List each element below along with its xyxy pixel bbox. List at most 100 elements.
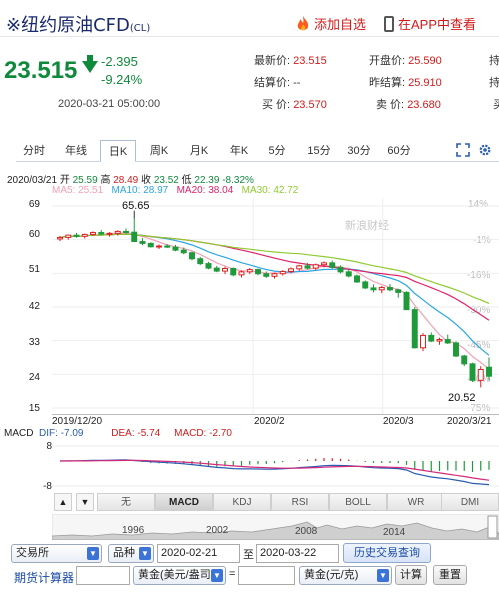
tab-5min[interactable]: 5分 — [262, 140, 292, 162]
x-tick: 2019/12/20 — [52, 416, 103, 427]
candle-body — [189, 252, 195, 260]
candle-body — [65, 234, 72, 238]
indicator-tab-macd[interactable]: MACD — [155, 493, 213, 511]
ma30-legend: MA30: 42.72 — [241, 185, 299, 196]
candle-body — [164, 245, 171, 248]
quote-field: 买 价: 23.570 — [262, 99, 327, 111]
macd-y-tick: -8 — [43, 481, 52, 492]
candle-body — [73, 234, 80, 237]
candle-info-row: 2020/03/21 开 25.59 高 28.49 收 23.52 低 22.… — [7, 175, 254, 186]
indicator-tab-rsi[interactable]: RSI — [271, 493, 329, 511]
add-favorite-button[interactable]: 添加自选 — [296, 14, 366, 33]
candle-body — [222, 267, 228, 272]
candle-body — [312, 264, 319, 269]
tab-weekly-k[interactable]: 周K — [142, 140, 176, 162]
candle-body — [279, 270, 286, 275]
settings-icon[interactable] — [478, 143, 492, 157]
ma-legend: MA5: 25.51 MA10: 28.97 MA20: 38.04 MA30:… — [52, 185, 298, 196]
header-divider — [0, 36, 499, 37]
ma20-legend: MA20: 38.04 — [176, 185, 234, 196]
tab-60min[interactable]: 60分 — [382, 140, 416, 162]
unit-left-select[interactable]: 黄金(美元/盎司 ▼ — [133, 566, 226, 585]
indicator-tab-wr[interactable]: WR — [387, 493, 445, 511]
timeline-year: 1996 — [122, 525, 145, 536]
indicator-tab-kdj[interactable]: KDJ — [213, 493, 271, 511]
dea-line — [60, 459, 490, 481]
next-button[interactable]: ▼ — [76, 493, 94, 511]
timeline-year: 2014 — [383, 527, 406, 538]
macd-y-tick: 8 — [46, 441, 52, 452]
candle-body — [106, 232, 113, 235]
candle-body — [156, 245, 162, 248]
price-change: -2.395 — [101, 54, 138, 69]
x-tick: 2020/3/21 — [447, 416, 492, 427]
variety-select[interactable]: 品种 ▼ — [108, 544, 154, 563]
candle-body — [271, 273, 278, 277]
indicator-tab-boll[interactable]: BOLL — [329, 493, 387, 511]
prev-button[interactable]: ▲ — [54, 493, 72, 511]
unit-right-select[interactable]: 黄金(元/克) ▼ — [299, 566, 392, 585]
candle-body — [387, 287, 393, 291]
fullscreen-icon[interactable] — [456, 143, 470, 157]
candle-body — [238, 271, 245, 276]
candle-body — [370, 287, 377, 291]
candle-body — [180, 249, 187, 254]
candle-body — [411, 309, 418, 349]
candle-body — [230, 267, 237, 276]
candle-body — [57, 236, 63, 240]
tab-15min[interactable]: 15分 — [302, 140, 336, 162]
quote-field: 买 — [493, 99, 499, 111]
candle-body — [296, 265, 303, 270]
candle-body — [131, 231, 138, 243]
ma5-legend: MA5: 25.51 — [52, 185, 104, 196]
y-tick: 51 — [28, 264, 40, 275]
x-tick: 2020/3 — [383, 416, 414, 427]
quote-field: 卖 价: 23.680 — [376, 99, 441, 111]
open-app-button[interactable]: 在APP中查看 — [384, 14, 476, 33]
to-label: 至 — [243, 549, 254, 561]
candle-body — [263, 273, 270, 277]
exchange-select[interactable]: 交易所 ▼ — [11, 544, 102, 563]
chevron-down-icon: ▼ — [211, 569, 223, 582]
tab-30min[interactable]: 30分 — [342, 140, 376, 162]
tab-nianxian[interactable]: 年线 — [58, 140, 94, 162]
candle-body — [477, 368, 484, 381]
last-price: 23.515 — [4, 57, 78, 84]
candle-body — [213, 267, 220, 272]
page-title: ※纽约原油CFD(CL) — [6, 15, 151, 36]
candle-body — [362, 281, 369, 289]
candle-body — [197, 258, 204, 265]
macd-chart[interactable] — [52, 441, 499, 491]
equals-sign: = — [229, 568, 236, 580]
chevron-down-icon: ▼ — [139, 547, 151, 560]
indicator-tabs: ▲ ▼ 无 MACD KDJ RSI BOLL WR DMI — [52, 493, 499, 511]
date-from-input[interactable]: 2020-02-21 — [157, 544, 240, 563]
candle-body — [486, 366, 492, 377]
candle-body — [354, 275, 360, 283]
tab-fenshi[interactable]: 分时 — [16, 140, 52, 162]
candle-body — [345, 271, 352, 277]
calculate-button[interactable]: 计算 — [395, 565, 427, 585]
indicator-tab-none[interactable]: 无 — [97, 493, 155, 511]
candle-body — [461, 355, 468, 365]
indicator-tab-dmi[interactable]: DMI — [441, 493, 499, 511]
reset-button[interactable]: 重置 — [433, 565, 467, 585]
timeline-year: 2008 — [295, 526, 318, 537]
calc-amount-input[interactable] — [76, 566, 130, 585]
tab-monthly-k[interactable]: 月K — [182, 140, 216, 162]
y-tick: 15 — [28, 403, 40, 414]
candle-body — [469, 363, 476, 381]
history-query-button[interactable]: 历史交易查询 — [343, 543, 431, 563]
timeline-year: 2002 — [206, 525, 229, 536]
price-change-percent: -9.24% — [101, 72, 143, 87]
tab-yearly-k[interactable]: 年K — [222, 140, 256, 162]
quote-field: 昨结算: 25.910 — [369, 77, 442, 89]
candlestick-chart[interactable] — [52, 198, 499, 414]
date-to-input[interactable]: 2020-03-22 — [256, 544, 339, 563]
calc-result-input[interactable] — [238, 566, 295, 585]
flame-icon — [297, 15, 309, 30]
tab-daily-k[interactable]: 日K — [100, 140, 136, 162]
candle-body — [205, 263, 212, 269]
x-axis-line — [52, 414, 499, 415]
timeline-navigator[interactable] — [52, 514, 499, 540]
